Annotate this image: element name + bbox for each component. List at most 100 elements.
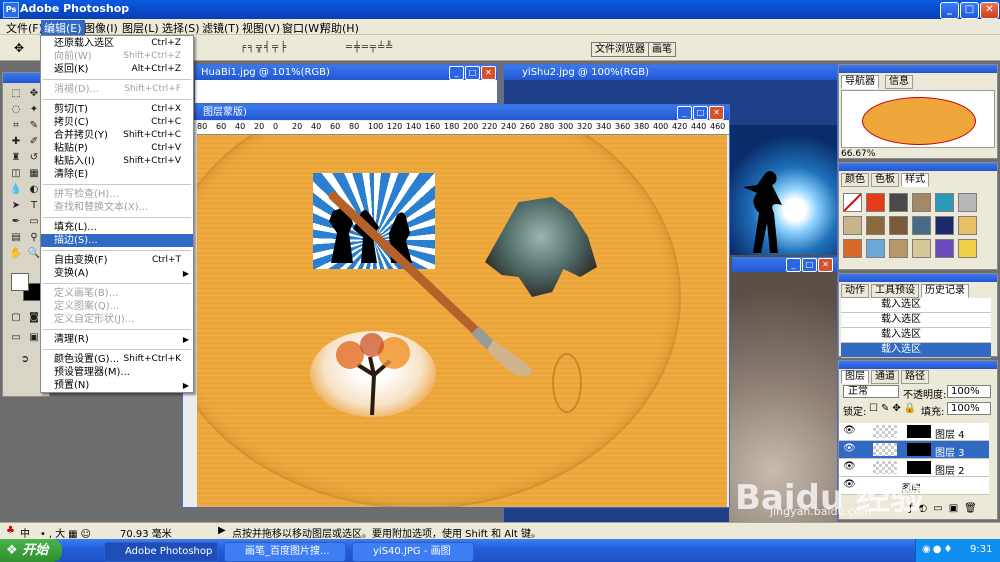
tab-layers[interactable]: 图层 bbox=[841, 370, 869, 384]
slice-tool-icon[interactable]: ✎ bbox=[27, 119, 41, 132]
start-button[interactable]: ❖ 开始 bbox=[0, 539, 62, 562]
type-tool-icon[interactable]: T bbox=[27, 199, 41, 212]
menu-item-purge[interactable]: 清理(R) ▶ bbox=[41, 333, 193, 346]
menu-item-cut[interactable]: 剪切(T) Ctrl+X bbox=[41, 103, 193, 116]
menu-item-stroke[interactable]: 描边(S)... bbox=[41, 234, 193, 247]
style-swatch[interactable] bbox=[935, 216, 954, 235]
style-swatch[interactable] bbox=[935, 193, 954, 212]
path-select-icon[interactable]: ➤ bbox=[9, 199, 23, 212]
style-swatch[interactable] bbox=[912, 216, 931, 235]
tab-color[interactable]: 颜色 bbox=[841, 173, 869, 187]
shape-tool-icon[interactable]: ▭ bbox=[27, 215, 41, 228]
menu-item-define-pattern[interactable]: 定义图案(Q)... bbox=[41, 300, 193, 313]
history-item[interactable]: 载入选区 bbox=[841, 298, 991, 313]
style-swatch[interactable] bbox=[958, 216, 977, 235]
task-photoshop[interactable]: Adobe Photoshop bbox=[104, 542, 218, 562]
marquee-tool-icon[interactable]: ⬚ bbox=[9, 87, 23, 100]
pen-tool-icon[interactable]: ✒ bbox=[9, 215, 23, 228]
tab-styles[interactable]: 样式 bbox=[901, 173, 929, 187]
canvas[interactable] bbox=[197, 135, 727, 507]
menu-item-undo[interactable]: 还原载入选区 Ctrl+Z bbox=[41, 37, 193, 50]
menu-item-spell-check[interactable]: 拼写检查(H)... bbox=[41, 188, 193, 201]
menu-edit[interactable]: 编辑(E) bbox=[41, 20, 85, 36]
status-arrow-icon[interactable]: ▶ bbox=[218, 525, 226, 536]
navigator-preview[interactable] bbox=[841, 90, 995, 148]
distribute-icons[interactable]: ═╪═╤╧╩ bbox=[346, 42, 446, 54]
eye-icon[interactable]: 👁 bbox=[843, 425, 856, 436]
ime-mode[interactable]: 中 bbox=[20, 525, 30, 540]
doc-window-huabi[interactable]: HuaBi1.jpg @ 101%(RGB) _ □ ✕ bbox=[194, 64, 498, 104]
close-icon[interactable]: ✕ bbox=[481, 66, 496, 80]
minimize-icon[interactable]: _ bbox=[786, 258, 801, 272]
style-swatch[interactable] bbox=[958, 193, 977, 212]
menu-item-step-forward[interactable]: 向前(W) Shift+Ctrl+Z bbox=[41, 50, 193, 63]
menu-item-clear[interactable]: 清除(E) bbox=[41, 168, 193, 181]
layer-row[interactable]: 👁 图层 4 bbox=[839, 423, 989, 441]
style-swatch[interactable] bbox=[866, 193, 885, 212]
screen-mode-icon[interactable]: ▭ bbox=[9, 331, 23, 344]
menu-help[interactable]: 帮助(H) bbox=[320, 20, 359, 36]
menu-layer[interactable]: 图层(L) bbox=[122, 20, 159, 36]
menu-select[interactable]: 选择(S) bbox=[162, 20, 200, 36]
style-swatch[interactable] bbox=[889, 239, 908, 258]
style-swatch[interactable] bbox=[912, 193, 931, 212]
history-item[interactable]: 载入选区 bbox=[841, 328, 991, 343]
lasso-tool-icon[interactable]: ◌ bbox=[9, 103, 23, 116]
style-swatch[interactable] bbox=[889, 193, 908, 212]
menu-image[interactable]: 图像(I) bbox=[84, 20, 118, 36]
ime-tool-icons[interactable]: •,大▦☺ bbox=[40, 525, 94, 540]
blur-tool-icon[interactable]: 💧 bbox=[9, 183, 23, 196]
menu-item-step-back[interactable]: 返回(K) Alt+Ctrl+Z bbox=[41, 63, 193, 76]
fullscreen-mode-icon[interactable]: ▣ bbox=[27, 331, 41, 344]
maximize-icon[interactable]: □ bbox=[960, 2, 979, 19]
tab-history[interactable]: 历史记录 bbox=[921, 284, 969, 298]
tab-paths[interactable]: 路径 bbox=[901, 370, 929, 384]
menu-item-fade[interactable]: 消褪(D)... Shift+Ctrl+F bbox=[41, 83, 193, 96]
foreground-color-swatch[interactable] bbox=[11, 273, 29, 291]
menu-filter[interactable]: 滤镜(T) bbox=[202, 20, 239, 36]
move-tool-icon[interactable]: ✥ bbox=[27, 87, 41, 100]
notes-tool-icon[interactable]: ▤ bbox=[9, 231, 23, 244]
move-tool-icon[interactable]: ✥ bbox=[14, 41, 28, 55]
close-icon[interactable]: ✕ bbox=[709, 106, 724, 120]
navigator-zoom[interactable]: 66.67% bbox=[841, 149, 875, 159]
layer-row-selected[interactable]: 👁 图层 3 bbox=[839, 441, 989, 459]
minimize-icon[interactable]: _ bbox=[677, 106, 692, 120]
tab-tool-presets[interactable]: 工具预设 bbox=[871, 284, 919, 298]
tray-icons[interactable]: ◉●♦ bbox=[922, 544, 954, 555]
menu-item-free-transform[interactable]: 自由变换(F) Ctrl+T bbox=[41, 254, 193, 267]
menu-item-preset-manager[interactable]: 预设管理器(M)... bbox=[41, 366, 193, 379]
history-item-selected[interactable]: 载入选区 bbox=[841, 343, 991, 358]
menu-item-paste[interactable]: 粘贴(P) Ctrl+V bbox=[41, 142, 193, 155]
zoom-tool-icon[interactable]: 🔍 bbox=[27, 247, 41, 260]
menu-item-copy-merged[interactable]: 合并拷贝(Y) Shift+Ctrl+C bbox=[41, 129, 193, 142]
tab-navigator[interactable]: 导航器 bbox=[841, 75, 879, 89]
task-browser[interactable]: 画笔_百度图片搜... bbox=[224, 542, 346, 562]
tab-channels[interactable]: 通道 bbox=[871, 370, 899, 384]
menu-view[interactable]: 视图(V) bbox=[242, 20, 280, 36]
history-item[interactable]: 载入选区 bbox=[841, 313, 991, 328]
tab-info[interactable]: 信息 bbox=[885, 75, 913, 89]
blend-mode-select[interactable]: 正常 bbox=[843, 385, 899, 398]
standard-mode-icon[interactable]: ▢ bbox=[9, 311, 23, 324]
menu-item-define-brush[interactable]: 定义画笔(B)... bbox=[41, 287, 193, 300]
eye-icon[interactable]: 👁 bbox=[843, 443, 856, 454]
history-brush-icon[interactable]: ↺ bbox=[27, 151, 41, 164]
fill-input[interactable]: 100% bbox=[947, 402, 991, 415]
gradient-tool-icon[interactable]: ▦ bbox=[27, 167, 41, 180]
style-swatch[interactable] bbox=[866, 216, 885, 235]
maximize-icon[interactable]: □ bbox=[465, 66, 480, 80]
opacity-input[interactable]: 100% bbox=[947, 385, 991, 398]
menu-item-paste-into[interactable]: 粘贴入(I) Shift+Ctrl+V bbox=[41, 155, 193, 168]
style-swatch[interactable] bbox=[843, 239, 862, 258]
style-swatch[interactable] bbox=[912, 239, 931, 258]
healing-brush-icon[interactable]: ✚ bbox=[9, 135, 23, 148]
hand-tool-icon[interactable]: ✋ bbox=[9, 247, 23, 260]
eraser-tool-icon[interactable]: ◫ bbox=[9, 167, 23, 180]
menu-item-color-settings[interactable]: 颜色设置(G)... Shift+Ctrl+K bbox=[41, 353, 193, 366]
file-browser-tab[interactable]: 文件浏览器 bbox=[591, 42, 649, 57]
lock-icons[interactable]: ☐✎✥🔒 bbox=[869, 403, 919, 414]
close-icon[interactable]: ✕ bbox=[980, 2, 999, 19]
menu-item-define-shape[interactable]: 定义自定形状(J)... bbox=[41, 313, 193, 326]
tab-actions[interactable]: 动作 bbox=[841, 284, 869, 298]
